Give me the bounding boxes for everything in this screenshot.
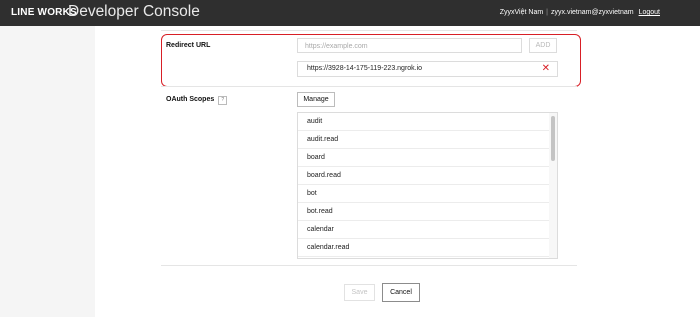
scope-list-scrollbar[interactable] — [549, 113, 557, 258]
list-item[interactable]: bot.read — [298, 203, 550, 221]
list-item[interactable]: audit.read — [298, 131, 550, 149]
logout-link[interactable]: Logout — [639, 9, 660, 16]
scrollbar-thumb[interactable] — [551, 116, 555, 161]
list-item[interactable]: calendar.read — [298, 239, 550, 257]
redirect-url-input[interactable]: https://example.com — [297, 38, 522, 53]
list-item[interactable]: audit — [298, 113, 550, 131]
manage-scopes-button[interactable]: Manage — [297, 92, 335, 107]
list-item[interactable]: board — [298, 149, 550, 167]
oauth-scopes-label-text: OAuth Scopes — [166, 96, 215, 103]
list-item[interactable]: board.read — [298, 167, 550, 185]
oauth-scope-list[interactable]: audit audit.read board board.read bot bo… — [297, 112, 558, 259]
console-title: Developer Console — [68, 3, 200, 20]
redirect-url-item: https://3928-14-175-119-223.ngrok.io ✕ — [297, 61, 558, 77]
user-email: zyyx.vietnam@zyxvietnam — [551, 9, 634, 16]
add-url-button[interactable]: ADD — [529, 38, 557, 53]
oauth-scopes-label: OAuth Scopes? — [166, 96, 228, 105]
user-area: ZyyxViệt Nam | zyyx.vietnam@zyxvietnam Logo… — [500, 9, 660, 16]
section-divider — [161, 30, 577, 31]
line-works-logo[interactable]: LINE WORKS — [11, 7, 77, 18]
section-divider — [161, 86, 577, 87]
user-name: ZyyxViệt Nam — [499, 9, 544, 16]
redirect-url-label: Redirect URL — [166, 42, 211, 49]
list-item[interactable]: bot — [298, 185, 550, 203]
user-separator: | — [546, 9, 548, 16]
cancel-button[interactable]: Cancel — [382, 283, 420, 302]
section-divider — [161, 265, 577, 266]
help-icon[interactable]: ? — [218, 96, 228, 105]
close-icon[interactable]: ✕ — [542, 64, 550, 74]
top-header-bar: LINE WORKS Developer Console ZyyxViệt Na… — [0, 0, 700, 26]
list-item[interactable]: calendar — [298, 221, 550, 239]
save-button[interactable]: Save — [344, 284, 375, 301]
redirect-url-value: https://3928-14-175-119-223.ngrok.io — [307, 65, 423, 72]
